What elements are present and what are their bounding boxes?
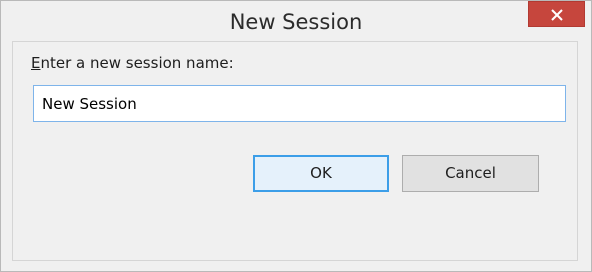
session-name-label: Enter a new session name:	[31, 54, 234, 72]
new-session-dialog: New Session Enter a new session name: OK…	[0, 0, 592, 272]
close-button[interactable]	[528, 1, 585, 27]
close-icon	[551, 9, 563, 21]
dialog-body	[12, 41, 578, 261]
ok-button[interactable]: OK	[253, 155, 389, 192]
session-name-input[interactable]	[33, 85, 566, 122]
title-bar[interactable]: New Session	[1, 1, 591, 39]
cancel-button[interactable]: Cancel	[402, 155, 539, 192]
label-text: nter a new session name:	[40, 54, 234, 72]
dialog-title: New Session	[229, 10, 363, 34]
